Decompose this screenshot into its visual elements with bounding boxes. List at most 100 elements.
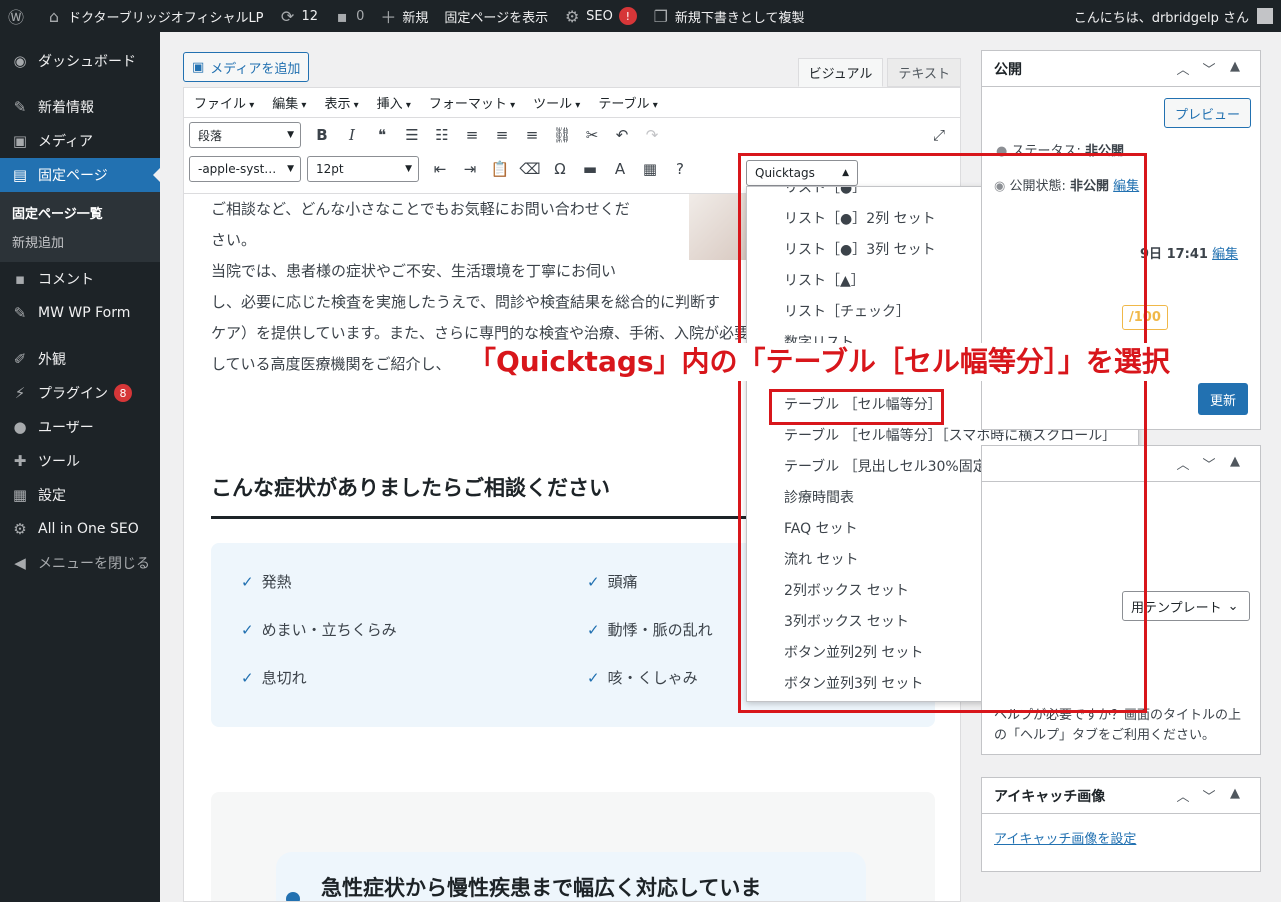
toggle-arrow-icon[interactable]: ▲ — [1222, 786, 1248, 805]
outdent-icon[interactable]: ⇤ — [425, 155, 455, 183]
link-icon[interactable]: ⛓ — [547, 121, 577, 149]
toggle-arrow-icon[interactable]: ▲ — [1222, 454, 1248, 473]
home-icon: ⌂ — [48, 6, 60, 26]
unlink-icon[interactable]: ✂ — [577, 121, 607, 149]
table-icon[interactable]: ▦ — [635, 155, 665, 183]
fullscreen-icon[interactable]: ⤢ — [924, 121, 954, 149]
comment-icon: ▪ — [336, 6, 348, 26]
caret-down-icon: ▼ — [287, 130, 294, 140]
tab-text[interactable]: テキスト — [887, 58, 961, 87]
align-left-icon[interactable]: ≡ — [457, 121, 487, 149]
chevron-down-icon[interactable]: ﹀ — [1196, 59, 1222, 78]
site-name-link[interactable]: ⌂ ドクターブリッジオフィシャルLP — [38, 0, 272, 32]
greeting[interactable]: こんにちは、drbridgelp さん — [1074, 7, 1249, 26]
sidebar-subitem-pages-new[interactable]: 新規追加 — [0, 227, 160, 256]
sidebar-subitem-pages-list[interactable]: 固定ページ一覧 — [0, 198, 160, 227]
content-paragraph: 当院では、患者様の症状やご不安、生活環境を丁寧にお伺い — [211, 262, 617, 280]
preview-button[interactable]: プレビュー — [1164, 98, 1252, 128]
bullet-list-icon[interactable]: ☰ — [397, 121, 427, 149]
content-paragraph: さい。 — [211, 231, 257, 249]
sidebar-item-appearance[interactable]: ✐ 外観 — [0, 342, 160, 376]
comments-link[interactable]: ▪ 0 — [326, 0, 372, 32]
format-select[interactable]: 段落 ▼ — [189, 122, 301, 148]
menu-view[interactable]: 表示 — [324, 93, 358, 112]
numbered-list-icon[interactable]: ☷ — [427, 121, 457, 149]
sidebar-item-aioseo[interactable]: ⚙ All in One SEO — [0, 512, 160, 546]
help-text: の「ヘルプ」タブをご利用ください。 — [994, 728, 1216, 743]
text-color-icon[interactable]: A — [605, 155, 635, 183]
chevron-down-icon[interactable]: ﹀ — [1196, 454, 1222, 473]
pages-submenu: 固定ページ一覧 新規追加 — [0, 192, 160, 262]
paste-icon[interactable]: 📋 — [485, 155, 515, 183]
chevron-up-icon[interactable]: ︿ — [1170, 454, 1196, 473]
check-icon: ✓ — [241, 573, 254, 591]
help-icon[interactable]: ? — [665, 155, 695, 183]
sidebar-item-media[interactable]: ▣ メディア — [0, 124, 160, 158]
menu-tools[interactable]: ツール — [533, 93, 580, 112]
toolbar-row-1: 段落 ▼ B I ❝ ☰ ☷ ≡ ≡ ≡ ⛓ ✂ ↶ ↷ ⤢ — [184, 118, 960, 152]
sidebar-item-plugins[interactable]: ⚡ プラグイン 8 — [0, 376, 160, 410]
collapse-menu-button[interactable]: ◀ メニューを閉じる — [0, 546, 160, 580]
bullet-dot — [286, 892, 300, 901]
avatar[interactable] — [1257, 8, 1273, 24]
seo-menu[interactable]: ⚙ SEO! — [556, 0, 645, 32]
menu-insert[interactable]: 挿入 — [377, 93, 411, 112]
service-box: 急性症状から慢性疾患まで幅広く対応していま — [211, 792, 935, 901]
caret-down-icon: ▼ — [405, 164, 412, 174]
tab-visual[interactable]: ビジュアル — [797, 58, 884, 87]
chevron-up-icon[interactable]: ︿ — [1170, 59, 1196, 78]
duplicate-link[interactable]: ❐ 新規下書きとして複製 — [645, 0, 813, 32]
set-featured-image-link[interactable]: アイキャッチ画像を設定 — [994, 828, 1136, 847]
undo-icon[interactable]: ↶ — [607, 121, 637, 149]
eraser-icon[interactable]: ⌫ — [515, 155, 545, 183]
media-icon: ▣ — [192, 59, 205, 75]
wordpress-logo[interactable]: Ⓦ — [0, 0, 38, 32]
updates-link[interactable]: ⟳ 12 — [272, 0, 327, 32]
horizontal-rule-icon[interactable]: ▬ — [575, 155, 605, 183]
sidebar-item-news[interactable]: ✎ 新着情報 — [0, 90, 160, 124]
sidebar-item-tools[interactable]: ✚ ツール — [0, 444, 160, 478]
chevron-down-icon: ⌄ — [1227, 598, 1239, 614]
update-button[interactable]: 更新 — [1198, 383, 1249, 415]
font-family-select[interactable]: -apple-syst… ▼ — [189, 156, 301, 182]
sidebar-item-dashboard[interactable]: ◉ ダッシュボード — [0, 44, 160, 78]
dashboard-icon: ◉ — [13, 52, 27, 70]
caret-down-icon: ▼ — [287, 164, 294, 174]
comment-icon: ▪ — [14, 270, 26, 288]
indent-icon[interactable]: ⇥ — [455, 155, 485, 183]
sidebar-item-users[interactable]: ● ユーザー — [0, 410, 160, 444]
edit-date-link[interactable]: 編集 — [1212, 247, 1238, 262]
pages-icon: ▤ — [12, 166, 28, 184]
omega-icon[interactable]: Ω — [545, 155, 575, 183]
toggle-arrow-icon[interactable]: ▲ — [1222, 59, 1248, 78]
annotation-callout: 「Quicktags」内の「テーブル［セル幅等分］」を選択 — [464, 343, 1174, 381]
check-icon: ✓ — [587, 621, 600, 639]
view-page-link[interactable]: 固定ページを表示 — [436, 0, 556, 32]
pin-icon: ✎ — [13, 304, 27, 322]
content-paragraph: ご相談など、どんな小さなことでもお気軽にお問い合わせくだ — [211, 200, 630, 218]
sidebar-item-comments[interactable]: ▪ コメント — [0, 262, 160, 296]
align-right-icon[interactable]: ≡ — [517, 121, 547, 149]
quote-icon[interactable]: ❝ — [367, 121, 397, 149]
copy-icon: ❐ — [653, 6, 668, 26]
redo-icon[interactable]: ↷ — [637, 121, 667, 149]
add-media-button[interactable]: ▣ メディアを追加 — [183, 52, 310, 82]
menu-table[interactable]: テーブル — [598, 93, 657, 112]
menu-file[interactable]: ファイル — [194, 93, 254, 112]
align-center-icon[interactable]: ≡ — [487, 121, 517, 149]
bold-icon[interactable]: B — [307, 121, 337, 149]
sidebar-item-settings[interactable]: ▦ 設定 — [0, 478, 160, 512]
new-content-link[interactable]: ＋新規 — [372, 0, 436, 32]
symptom-item: ✓ 動悸・脈の乱れ — [587, 621, 713, 639]
check-icon: ✓ — [241, 621, 254, 639]
menu-edit[interactable]: 編集 — [272, 93, 306, 112]
sidebar-item-mw-form[interactable]: ✎ MW WP Form — [0, 296, 160, 330]
settings-icon: ▦ — [12, 486, 28, 504]
check-icon: ✓ — [587, 573, 600, 591]
menu-format[interactable]: フォーマット — [429, 93, 515, 112]
italic-icon[interactable]: I — [337, 121, 367, 149]
chevron-down-icon[interactable]: ﹀ — [1196, 786, 1222, 805]
font-size-select[interactable]: 12pt ▼ — [307, 156, 419, 182]
chevron-up-icon[interactable]: ︿ — [1170, 786, 1196, 805]
sidebar-item-pages[interactable]: ▤ 固定ページ — [0, 158, 161, 192]
